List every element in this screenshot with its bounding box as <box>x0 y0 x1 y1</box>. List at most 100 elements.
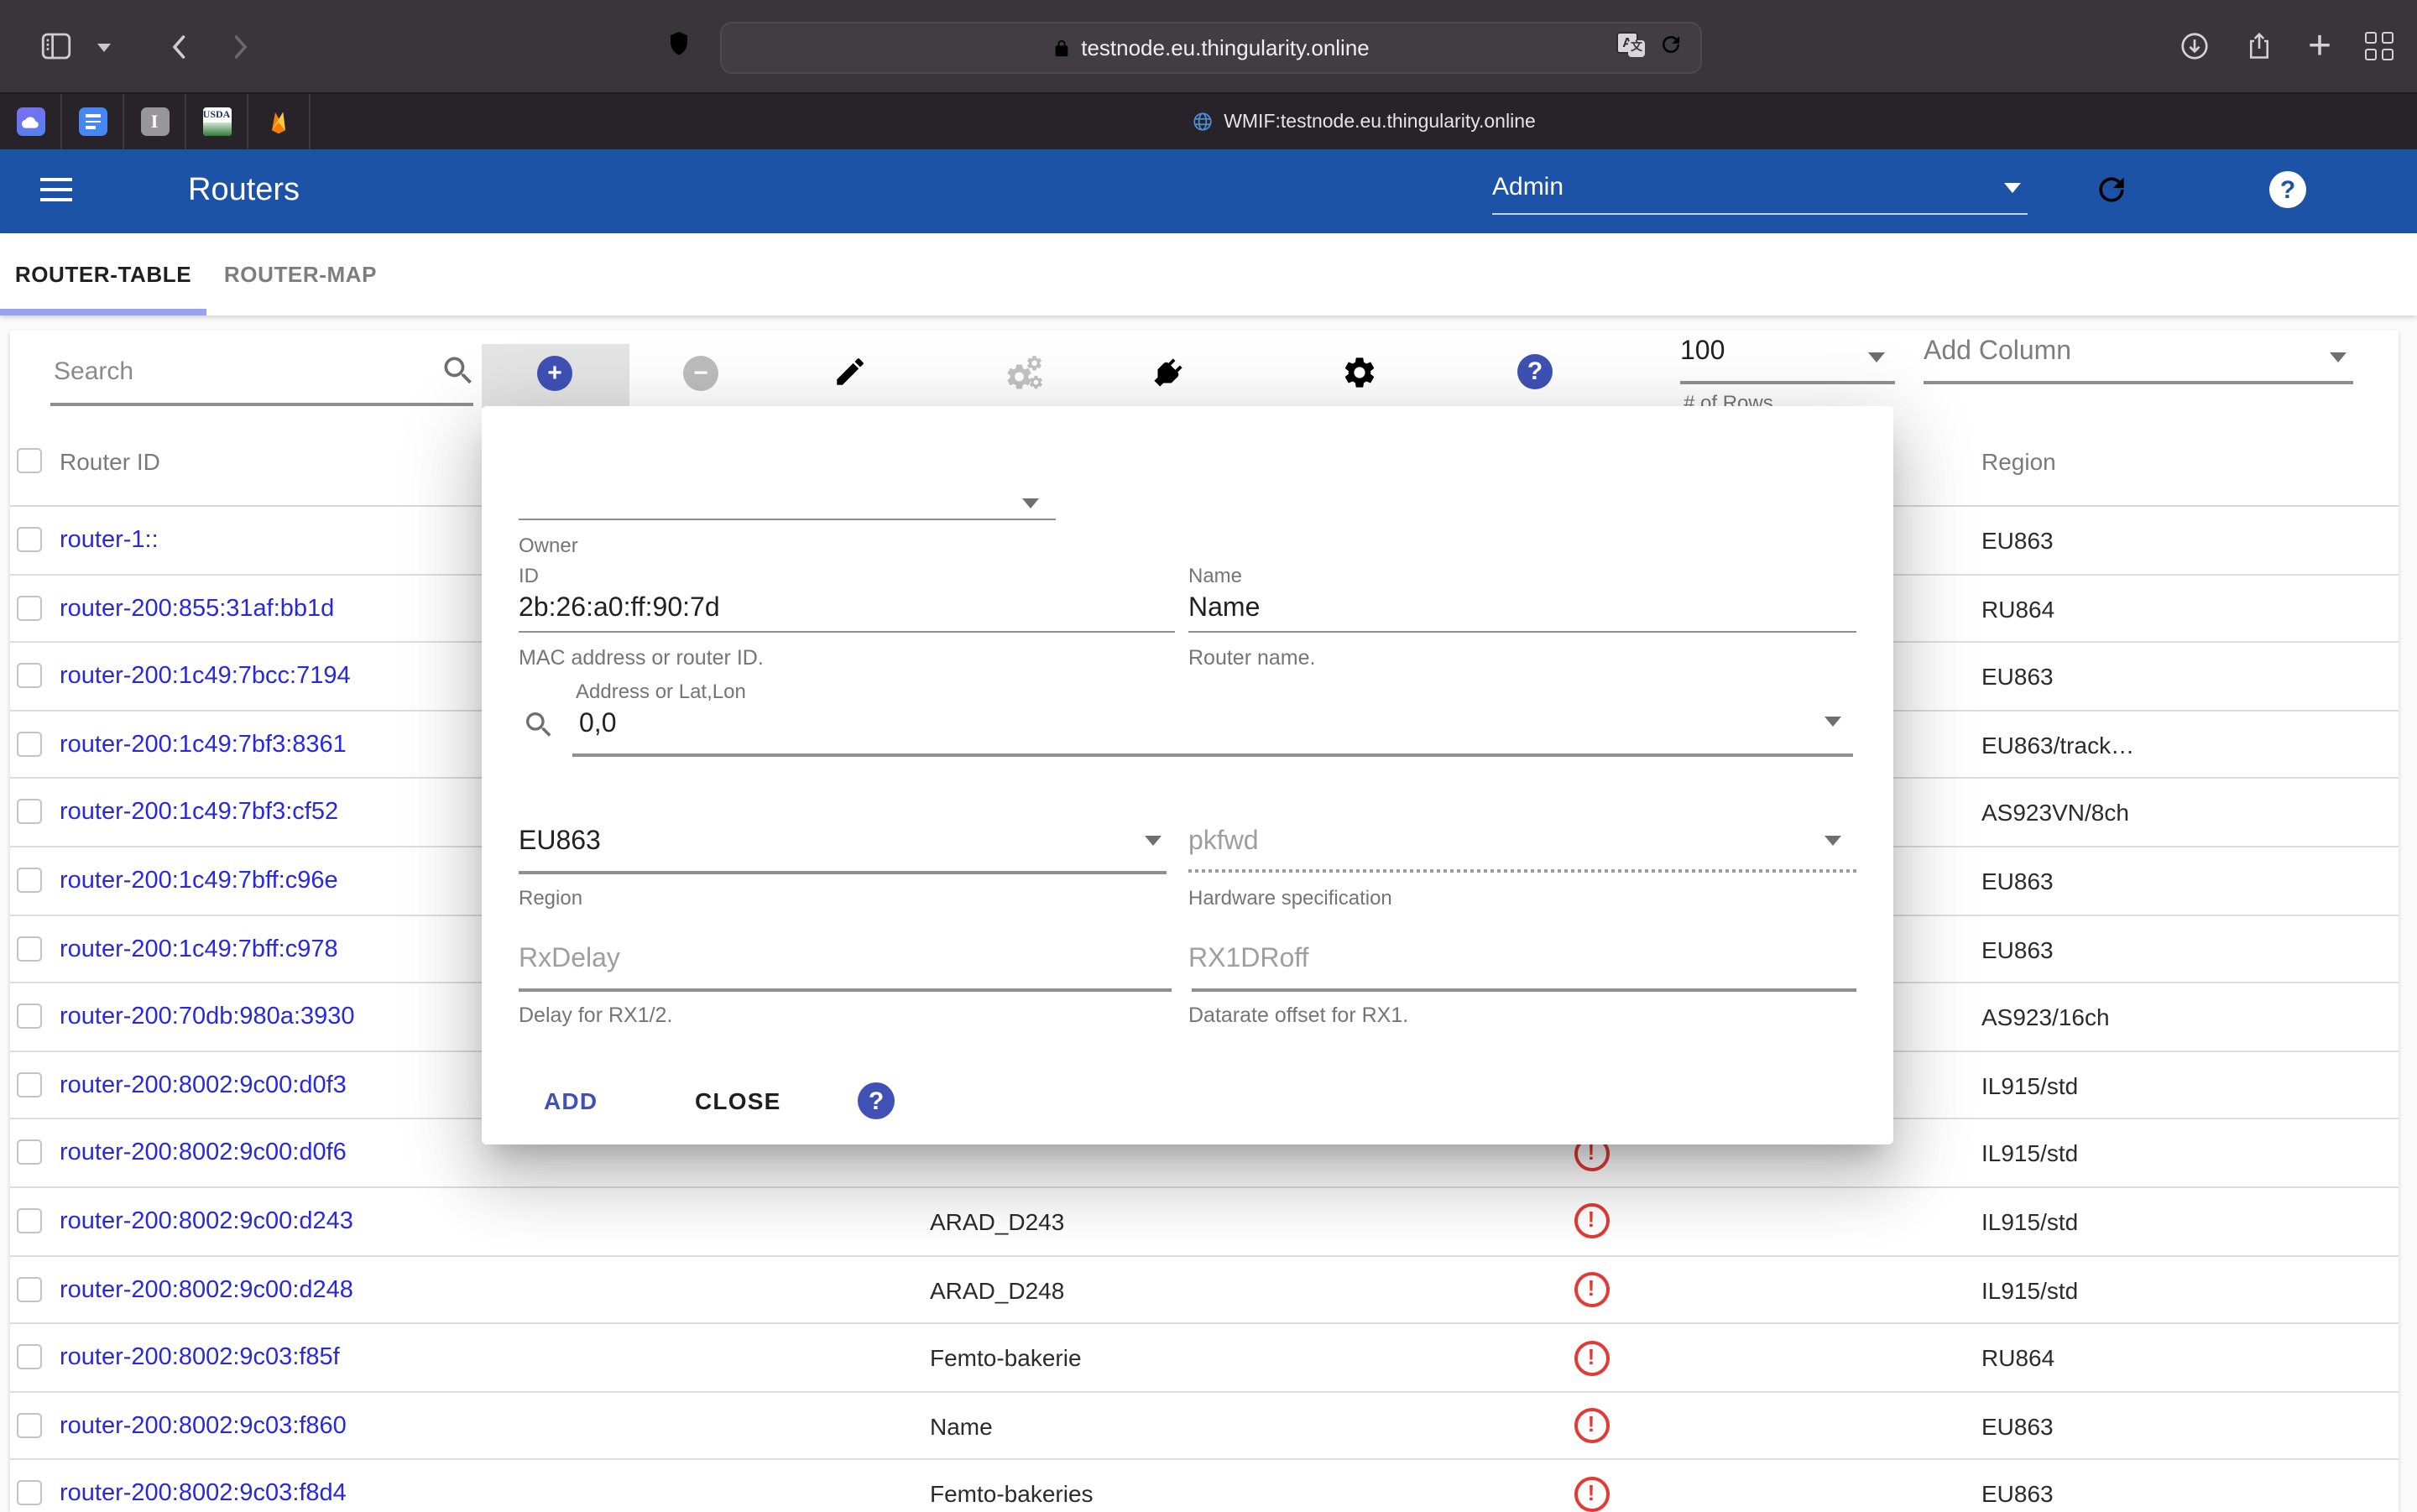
row-checkbox[interactable] <box>16 1004 41 1029</box>
row-checkbox[interactable] <box>16 1140 41 1165</box>
error-icon[interactable]: ! <box>1574 1204 1609 1239</box>
active-tab-indicator <box>0 309 206 315</box>
region-cell: EU863 <box>1981 936 2054 962</box>
error-icon[interactable]: ! <box>1574 1408 1609 1443</box>
pinned-tab-icloud[interactable] <box>0 94 62 149</box>
add-column-select[interactable]: Add Column <box>1924 337 2353 368</box>
pinned-tab-usda[interactable]: USDA <box>186 94 248 149</box>
hardware-select[interactable]: pkfwd <box>1188 827 1259 858</box>
router-id-link[interactable]: router-200:8002:9c00:d0f6 <box>60 1140 347 1167</box>
router-id-link[interactable]: router-200:1c49:7bcc:7194 <box>60 663 351 690</box>
toolbar-help-button[interactable]: ? <box>1517 354 1553 389</box>
pinned-tab-docs[interactable] <box>62 94 124 149</box>
active-browser-tab[interactable]: WMIF:testnode.eu.thingularity.online <box>311 94 2417 149</box>
row-checkbox[interactable] <box>16 595 41 620</box>
router-id-link[interactable]: router-200:8002:9c00:d248 <box>60 1276 353 1303</box>
row-checkbox[interactable] <box>16 732 41 757</box>
new-tab-icon[interactable]: + <box>2308 29 2331 63</box>
settings-gear-icon[interactable] <box>1341 354 1378 391</box>
add-router-button[interactable]: + <box>537 356 572 391</box>
row-checkbox[interactable] <box>16 1276 41 1301</box>
pinned-tab-firebase[interactable] <box>248 94 311 149</box>
router-id-link[interactable]: router-200:8002:9c00:d243 <box>60 1208 353 1235</box>
safari-window: testnode.eu.thingularity.online A文 + I U… <box>0 0 2417 1510</box>
row-checkbox[interactable] <box>16 1208 41 1233</box>
back-icon[interactable] <box>161 28 198 65</box>
sidebar-toggle-icon[interactable] <box>37 28 74 65</box>
router-id-link[interactable]: router-200:8002:9c03:f860 <box>60 1412 347 1439</box>
refresh-button[interactable] <box>2093 171 2130 208</box>
router-id-link[interactable]: router-200:1c49:7bff:c978 <box>60 936 338 962</box>
tab-overview-icon[interactable] <box>2365 32 2394 60</box>
remove-router-button: − <box>683 356 718 391</box>
forward-icon <box>222 28 258 65</box>
row-checkbox[interactable] <box>16 1344 41 1369</box>
table-row: router-200:8002:9c00:d243 ARAD_D243 ! IL… <box>10 1188 2399 1256</box>
tab-router-table[interactable]: ROUTER-TABLE <box>0 233 206 315</box>
region-select[interactable]: EU863 <box>519 827 601 858</box>
row-checkbox[interactable] <box>16 868 41 893</box>
router-id-link[interactable]: router-1:: <box>60 527 159 554</box>
region-cell: IL915/std <box>1981 1276 2078 1303</box>
edit-icon <box>833 354 868 389</box>
id-field[interactable]: 2b:26:a0:ff:90:7d <box>519 594 720 624</box>
error-icon[interactable]: ! <box>1574 1272 1609 1307</box>
owner-select[interactable] <box>519 519 1056 520</box>
row-checkbox[interactable] <box>16 936 41 961</box>
error-icon[interactable]: ! <box>1574 1340 1609 1375</box>
router-id-link[interactable]: router-200:70db:980a:3930 <box>60 1004 355 1030</box>
row-checkbox[interactable] <box>16 1072 41 1098</box>
router-id-link[interactable]: router-200:8002:9c03:f8d4 <box>60 1481 347 1508</box>
menu-icon[interactable] <box>40 178 72 207</box>
name-underline <box>1188 631 1856 633</box>
rxdelay-field[interactable]: RxDelay <box>519 945 620 975</box>
table-toolbar: Search + − ? 100 # of Rows <box>10 331 2399 414</box>
row-checkbox[interactable] <box>16 1412 41 1437</box>
table-row: router-200:8002:9c03:f860 Name ! EU863 <box>10 1392 2399 1460</box>
reload-icon[interactable] <box>1658 32 1684 57</box>
search-input[interactable]: Search <box>54 357 133 386</box>
name-helper: Router name. <box>1188 646 1315 670</box>
address-field[interactable]: 0,0 <box>579 710 617 740</box>
error-icon[interactable]: ! <box>1574 1477 1609 1512</box>
account-value: Admin <box>1492 173 1563 201</box>
router-id-link[interactable]: router-200:8002:9c03:f85f <box>60 1344 340 1371</box>
help-button[interactable]: ? <box>2269 171 2306 208</box>
privacy-shield-icon[interactable] <box>665 27 693 60</box>
downloads-icon[interactable] <box>2179 30 2211 62</box>
select-all-checkbox[interactable] <box>16 448 41 473</box>
address-bar[interactable]: testnode.eu.thingularity.online A文 <box>720 22 1702 74</box>
add-button[interactable]: ADD <box>544 1087 598 1114</box>
router-id-link[interactable]: router-200:1c49:7bff:c96e <box>60 868 338 894</box>
router-id-link[interactable]: router-200:1c49:7bf3:cf52 <box>60 800 338 826</box>
region-cell: RU864 <box>1981 1344 2054 1371</box>
close-button[interactable]: CLOSE <box>695 1087 780 1114</box>
region-cell: EU863 <box>1981 868 2054 894</box>
tab-router-map[interactable]: ROUTER-MAP <box>206 233 394 315</box>
account-select[interactable]: Admin <box>1492 163 2028 215</box>
rows-per-page-select[interactable]: 100 <box>1680 337 1895 368</box>
rxdelay-underline <box>519 988 1172 992</box>
chevron-down-icon[interactable] <box>1824 717 1841 727</box>
row-checkbox[interactable] <box>16 527 41 552</box>
router-id-link[interactable]: router-200:855:31af:bb1d <box>60 595 334 622</box>
name-field[interactable]: Name <box>1188 594 1260 624</box>
sidebar-chevron-icon[interactable] <box>97 44 111 52</box>
chevron-down-icon <box>1824 836 1841 846</box>
browser-toolbar: testnode.eu.thingularity.online A文 + <box>0 0 2417 92</box>
router-id-link[interactable]: router-200:8002:9c00:d0f3 <box>60 1072 347 1099</box>
region-cell: IL915/std <box>1981 1140 2078 1167</box>
rx1droff-field[interactable]: RX1DRoff <box>1188 945 1308 975</box>
column-header-region: Region <box>1981 448 2056 475</box>
row-checkbox[interactable] <box>16 1481 41 1506</box>
dialog-help-button[interactable]: ? <box>858 1082 895 1119</box>
translate-icon[interactable]: A文 <box>1616 32 1645 57</box>
row-checkbox[interactable] <box>16 663 41 688</box>
pinned-tab-info[interactable]: I <box>124 94 186 149</box>
share-icon[interactable] <box>2244 30 2274 62</box>
router-id-link[interactable]: router-200:1c49:7bf3:8361 <box>60 732 347 759</box>
hardware-label: Hardware specification <box>1188 886 1392 910</box>
row-checkbox[interactable] <box>16 800 41 825</box>
add-column-value: Add Column <box>1924 337 2071 366</box>
router-name-cell: Femto-bakeries <box>930 1481 1094 1508</box>
